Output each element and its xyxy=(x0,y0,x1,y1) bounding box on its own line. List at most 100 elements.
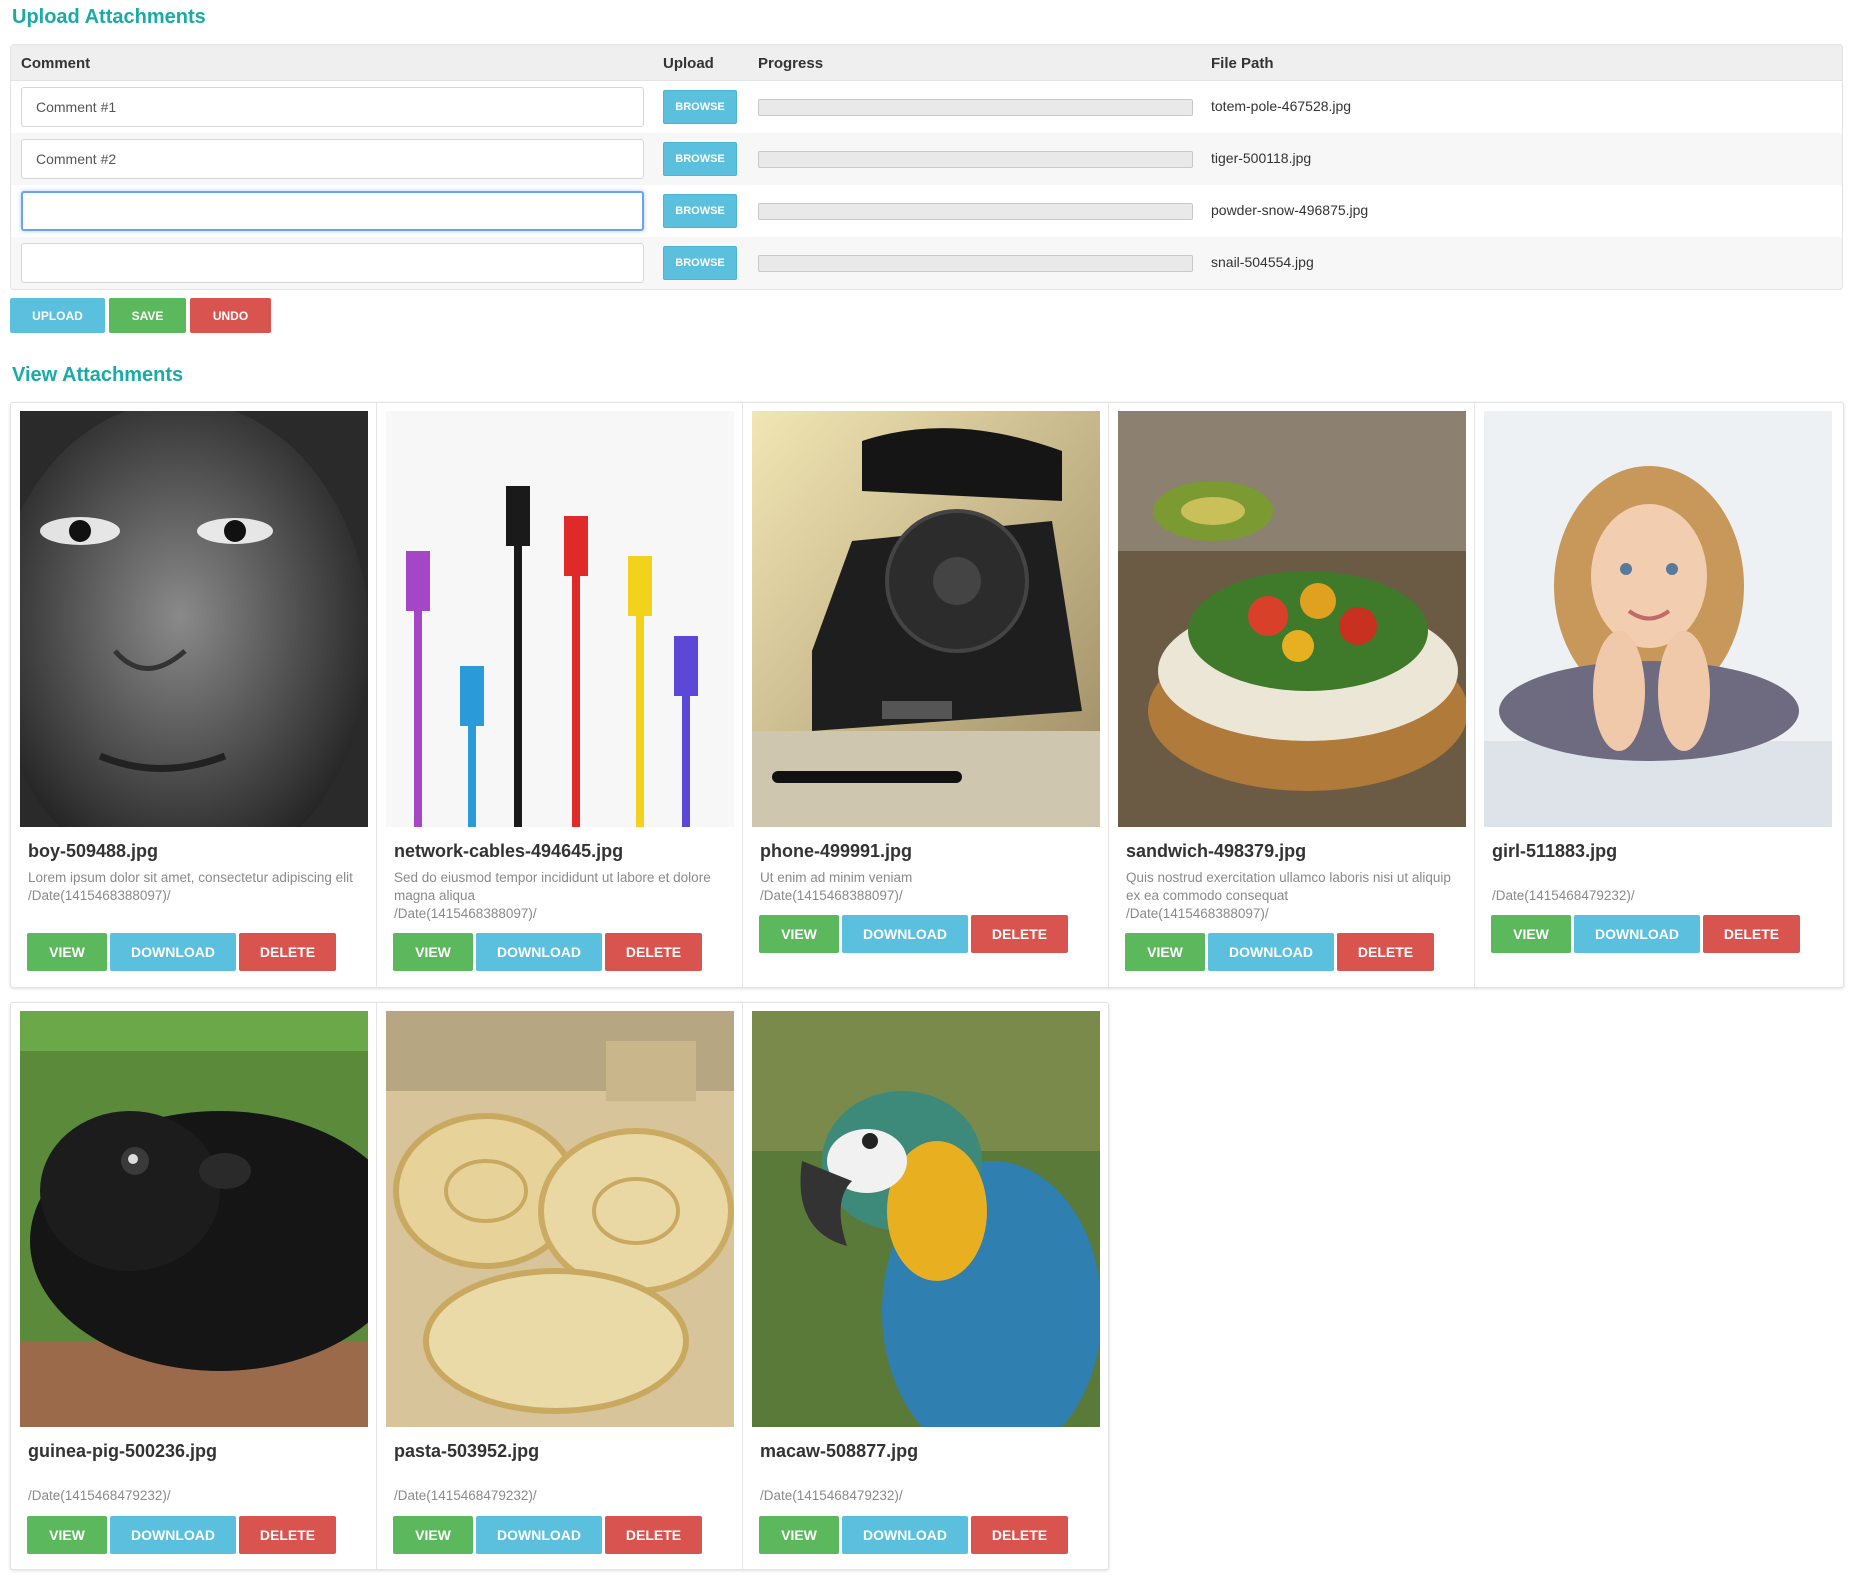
attachment-description: /Date(1415468479232)/ xyxy=(28,1487,358,1505)
progress-bar xyxy=(758,151,1193,168)
attachment-name: network-cables-494645.jpg xyxy=(394,841,624,861)
download-button[interactable]: DOWNLOAD xyxy=(1574,915,1700,953)
card-actions: VIEW DOWNLOAD DELETE xyxy=(1125,933,1434,971)
progress-bar xyxy=(758,99,1193,116)
pasta-image[interactable] xyxy=(386,1011,734,1427)
attachment-card: network-cables-494645.jpg Sed do eiusmod… xyxy=(377,403,743,987)
delete-button[interactable]: DELETE xyxy=(971,1516,1068,1554)
delete-button[interactable]: DELETE xyxy=(605,1516,702,1554)
attachment-description: /Date(1415468479232)/ xyxy=(760,1487,1090,1505)
comment-input[interactable] xyxy=(21,191,644,231)
undo-button[interactable]: UNDO xyxy=(190,298,271,333)
browse-button[interactable]: BROWSE xyxy=(663,90,737,124)
attachment-name: girl-511883.jpg xyxy=(1492,841,1618,861)
macaw-image[interactable] xyxy=(752,1011,1100,1427)
attachment-date: /Date(1415468388097)/ xyxy=(1126,906,1269,921)
description-text: Lorem ipsum dolor sit amet, consectetur … xyxy=(28,870,353,885)
attachment-card: sandwich-498379.jpg Quis nostrud exercit… xyxy=(1109,403,1475,987)
delete-button[interactable]: DELETE xyxy=(239,933,336,971)
attachment-card: phone-499991.jpg Ut enim ad minim veniam… xyxy=(743,403,1109,987)
upload-row: BROWSE totem-pole-467528.jpg xyxy=(11,81,1842,133)
description-text: Sed do eiusmod tempor incididunt ut labo… xyxy=(394,870,711,903)
comment-input[interactable] xyxy=(21,87,644,127)
girl-image[interactable] xyxy=(1484,411,1832,827)
attachment-date: /Date(1415468388097)/ xyxy=(760,888,903,903)
attachment-card: guinea-pig-500236.jpg /Date(141546847923… xyxy=(11,1003,377,1569)
card-actions: VIEW DOWNLOAD DELETE xyxy=(393,1516,702,1554)
attachment-description: /Date(1415468479232)/ xyxy=(1492,887,1822,905)
file-path: powder-snow-496875.jpg xyxy=(1211,202,1369,218)
attachments-row: boy-509488.jpg Lorem ipsum dolor sit ame… xyxy=(10,402,1844,988)
upload-row: BROWSE snail-504554.jpg xyxy=(11,237,1842,289)
download-button[interactable]: DOWNLOAD xyxy=(1208,933,1334,971)
attachment-date: /Date(1415468479232)/ xyxy=(760,1488,903,1503)
attachment-description: Lorem ipsum dolor sit amet, consectetur … xyxy=(28,869,358,905)
progress-bar xyxy=(758,203,1193,220)
comment-input[interactable] xyxy=(21,139,644,179)
boy-image[interactable] xyxy=(20,411,368,827)
delete-button[interactable]: DELETE xyxy=(239,1516,336,1554)
view-button[interactable]: VIEW xyxy=(27,1516,107,1554)
attachment-date: /Date(1415468479232)/ xyxy=(28,1488,171,1503)
attachment-date: /Date(1415468388097)/ xyxy=(394,906,537,921)
attachment-name: guinea-pig-500236.jpg xyxy=(28,1441,218,1461)
download-button[interactable]: DOWNLOAD xyxy=(842,1516,968,1554)
view-button[interactable]: VIEW xyxy=(1125,933,1205,971)
card-actions: VIEW DOWNLOAD DELETE xyxy=(27,933,336,971)
view-button[interactable]: VIEW xyxy=(393,933,473,971)
comment-input[interactable] xyxy=(21,243,644,283)
download-button[interactable]: DOWNLOAD xyxy=(842,915,968,953)
attachment-description: Quis nostrud exercitation ullamco labori… xyxy=(1126,869,1456,923)
upload-row: BROWSE tiger-500118.jpg xyxy=(11,133,1842,185)
delete-button[interactable]: DELETE xyxy=(1337,933,1434,971)
view-button[interactable]: VIEW xyxy=(759,1516,839,1554)
browse-button[interactable]: BROWSE xyxy=(663,194,737,228)
view-button[interactable]: VIEW xyxy=(393,1516,473,1554)
view-button[interactable]: VIEW xyxy=(759,915,839,953)
save-button[interactable]: SAVE xyxy=(109,298,186,333)
progress-bar xyxy=(758,255,1193,272)
attachment-name: macaw-508877.jpg xyxy=(760,1441,919,1461)
download-button[interactable]: DOWNLOAD xyxy=(110,933,236,971)
upload-table-header: Comment Upload Progress File Path xyxy=(11,45,1842,81)
attachment-card: pasta-503952.jpg /Date(1415468479232)/ V… xyxy=(377,1003,743,1569)
attachments-row: guinea-pig-500236.jpg /Date(141546847923… xyxy=(10,1002,1109,1570)
header-progress: Progress xyxy=(758,55,824,72)
attachment-name: sandwich-498379.jpg xyxy=(1126,841,1307,861)
download-button[interactable]: DOWNLOAD xyxy=(476,933,602,971)
header-upload: Upload xyxy=(663,55,714,72)
download-button[interactable]: DOWNLOAD xyxy=(110,1516,236,1554)
file-path: snail-504554.jpg xyxy=(1211,254,1314,270)
attachment-card: girl-511883.jpg /Date(1415468479232)/ VI… xyxy=(1475,403,1841,987)
phone-image[interactable] xyxy=(752,411,1100,827)
browse-button[interactable]: BROWSE xyxy=(663,246,737,280)
card-actions: VIEW DOWNLOAD DELETE xyxy=(27,1516,336,1554)
delete-button[interactable]: DELETE xyxy=(1703,915,1800,953)
network-cables-image[interactable] xyxy=(386,411,734,827)
upload-row: BROWSE powder-snow-496875.jpg xyxy=(11,185,1842,237)
sandwich-image[interactable] xyxy=(1118,411,1466,827)
attachment-date: /Date(1415468479232)/ xyxy=(394,1488,537,1503)
header-file-path: File Path xyxy=(1211,55,1274,72)
view-section-title: View Attachments xyxy=(12,364,184,386)
attachment-card: macaw-508877.jpg /Date(1415468479232)/ V… xyxy=(743,1003,1109,1569)
attachment-date: /Date(1415468479232)/ xyxy=(1492,888,1635,903)
attachment-name: boy-509488.jpg xyxy=(28,841,159,861)
guinea-pig-image[interactable] xyxy=(20,1011,368,1427)
header-comment: Comment xyxy=(21,55,91,72)
file-path: tiger-500118.jpg xyxy=(1211,150,1312,166)
file-path: totem-pole-467528.jpg xyxy=(1211,98,1352,114)
view-button[interactable]: VIEW xyxy=(1491,915,1571,953)
delete-button[interactable]: DELETE xyxy=(971,915,1068,953)
view-button[interactable]: VIEW xyxy=(27,933,107,971)
card-actions: VIEW DOWNLOAD DELETE xyxy=(759,915,1068,953)
description-text: Quis nostrud exercitation ullamco labori… xyxy=(1126,870,1451,903)
download-button[interactable]: DOWNLOAD xyxy=(476,1516,602,1554)
upload-button[interactable]: UPLOAD xyxy=(10,298,105,333)
attachment-description: /Date(1415468479232)/ xyxy=(394,1487,724,1505)
attachment-description: Ut enim ad minim veniam /Date(1415468388… xyxy=(760,869,1090,905)
delete-button[interactable]: DELETE xyxy=(605,933,702,971)
attachment-description: Sed do eiusmod tempor incididunt ut labo… xyxy=(394,869,724,923)
browse-button[interactable]: BROWSE xyxy=(663,142,737,176)
attachment-name: phone-499991.jpg xyxy=(760,841,913,861)
